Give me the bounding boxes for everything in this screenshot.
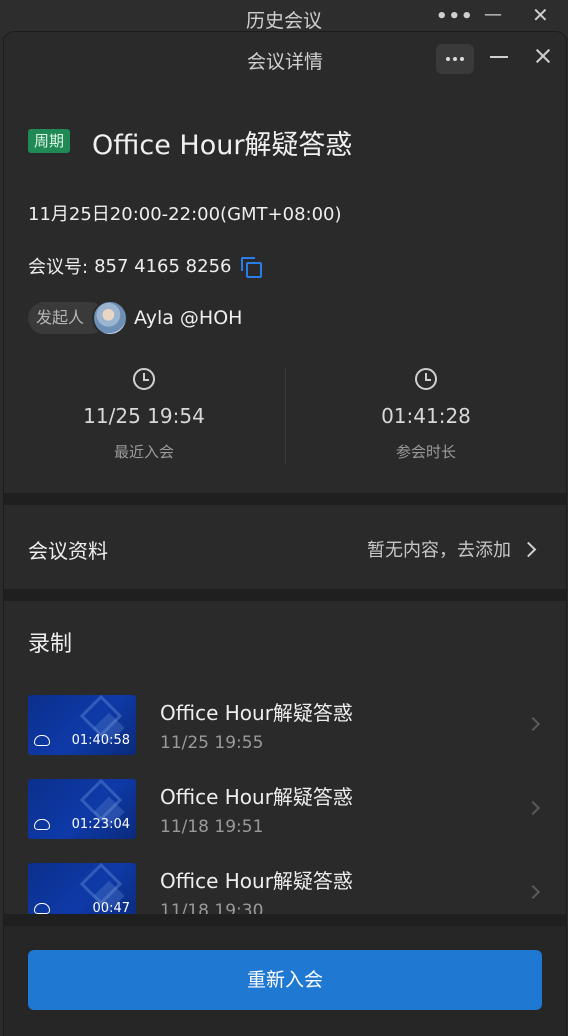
- close-icon[interactable]: [532, 45, 554, 67]
- recording-thumbnail[interactable]: 01:23:04: [28, 779, 136, 839]
- recording-name: Office Hour解疑答惑: [160, 785, 353, 809]
- meeting-id-value: 857 4165 8256: [94, 255, 232, 277]
- recording-item[interactable]: 01:23:04 Office Hour解疑答惑 11/18 19:51: [4, 771, 566, 855]
- stat-last-joined: 11/25 19:54 最近入会: [4, 362, 284, 462]
- window-title: 会议详情: [246, 51, 323, 73]
- recording-date: 11/18 19:30: [160, 901, 264, 915]
- materials-action-text: 暂无内容，去添加: [367, 540, 511, 561]
- minimize-icon[interactable]: [488, 45, 510, 67]
- chevron-right-icon: [525, 716, 541, 732]
- stat-label: 最近入会: [113, 443, 174, 461]
- history-more-icon[interactable]: •••: [436, 8, 474, 26]
- chevron-right-icon: [525, 800, 541, 816]
- recording-item[interactable]: 01:40:58 Office Hour解疑答惑 11/25 19:55: [4, 687, 566, 771]
- stat-value: 01:41:28: [381, 404, 471, 428]
- meeting-details-window: 会议详情 周期 Office Hour解疑答惑 11月25日20:00-22:0…: [4, 32, 566, 1036]
- avatar[interactable]: [92, 300, 129, 336]
- materials-add-link[interactable]: 暂无内容，去添加: [367, 536, 537, 562]
- materials-label: 会议资料: [28, 539, 108, 563]
- history-icon: [133, 368, 155, 390]
- section-divider: [4, 493, 566, 505]
- cloud-icon: [34, 903, 50, 914]
- recording-name: Office Hour解疑答惑: [160, 869, 353, 893]
- recording-date: 11/18 19:51: [160, 817, 264, 837]
- history-close-icon[interactable]: ✕: [532, 5, 549, 25]
- cloud-icon: [34, 819, 50, 830]
- recording-section-title: 录制: [28, 632, 73, 657]
- section-divider: [4, 589, 566, 601]
- chevron-right-icon: [520, 541, 537, 557]
- initiator-row: 发起人 Ayla @HOH: [28, 300, 242, 336]
- materials-row[interactable]: 会议资料 暂无内容，去添加: [4, 505, 566, 587]
- stat-value: 11/25 19:54: [83, 404, 205, 428]
- meeting-title: Office Hour解疑答惑: [92, 130, 353, 161]
- initiator-name: Ayla @HOH: [134, 307, 243, 329]
- meeting-id-label: 会议号:: [28, 257, 89, 278]
- recording-thumbnail[interactable]: 00:47: [28, 863, 136, 915]
- stat-duration: 01:41:28 参会时长: [286, 362, 566, 462]
- footer: 重新入会: [4, 914, 566, 1036]
- history-titlebar: 历史会议 ••• — ✕: [0, 0, 568, 36]
- more-icon[interactable]: [436, 44, 474, 74]
- history-window-title: 历史会议: [245, 10, 322, 32]
- meeting-time: 11月25日20:00-22:00(GMT+08:00): [28, 204, 342, 225]
- rejoin-button[interactable]: 重新入会: [28, 950, 542, 1010]
- cloud-icon: [34, 735, 50, 746]
- recording-item[interactable]: 00:47 Office Hour解疑答惑 11/18 19:30: [4, 855, 566, 915]
- clock-icon: [415, 368, 437, 390]
- recording-duration: 00:47: [92, 901, 130, 915]
- history-minimize-icon[interactable]: —: [484, 6, 502, 24]
- recording-name: Office Hour解疑答惑: [160, 701, 353, 725]
- recording-duration: 01:40:58: [71, 733, 130, 748]
- recording-list: 01:40:58 Office Hour解疑答惑 11/25 19:55 01:…: [4, 687, 566, 915]
- stat-label: 参会时长: [395, 443, 456, 461]
- chevron-right-icon: [525, 884, 541, 900]
- meeting-id-row: 会议号: 857 4165 8256: [28, 253, 262, 279]
- copy-icon[interactable]: [240, 256, 262, 278]
- meeting-stats: 11/25 19:54 最近入会 01:41:28 参会时长: [4, 362, 566, 472]
- recording-duration: 01:23:04: [71, 817, 130, 832]
- recording-date: 11/25 19:55: [160, 733, 264, 753]
- titlebar: 会议详情: [4, 32, 566, 88]
- recording-thumbnail[interactable]: 01:40:58: [28, 695, 136, 755]
- recurring-tag: 周期: [28, 129, 71, 153]
- footer-divider: [4, 914, 566, 926]
